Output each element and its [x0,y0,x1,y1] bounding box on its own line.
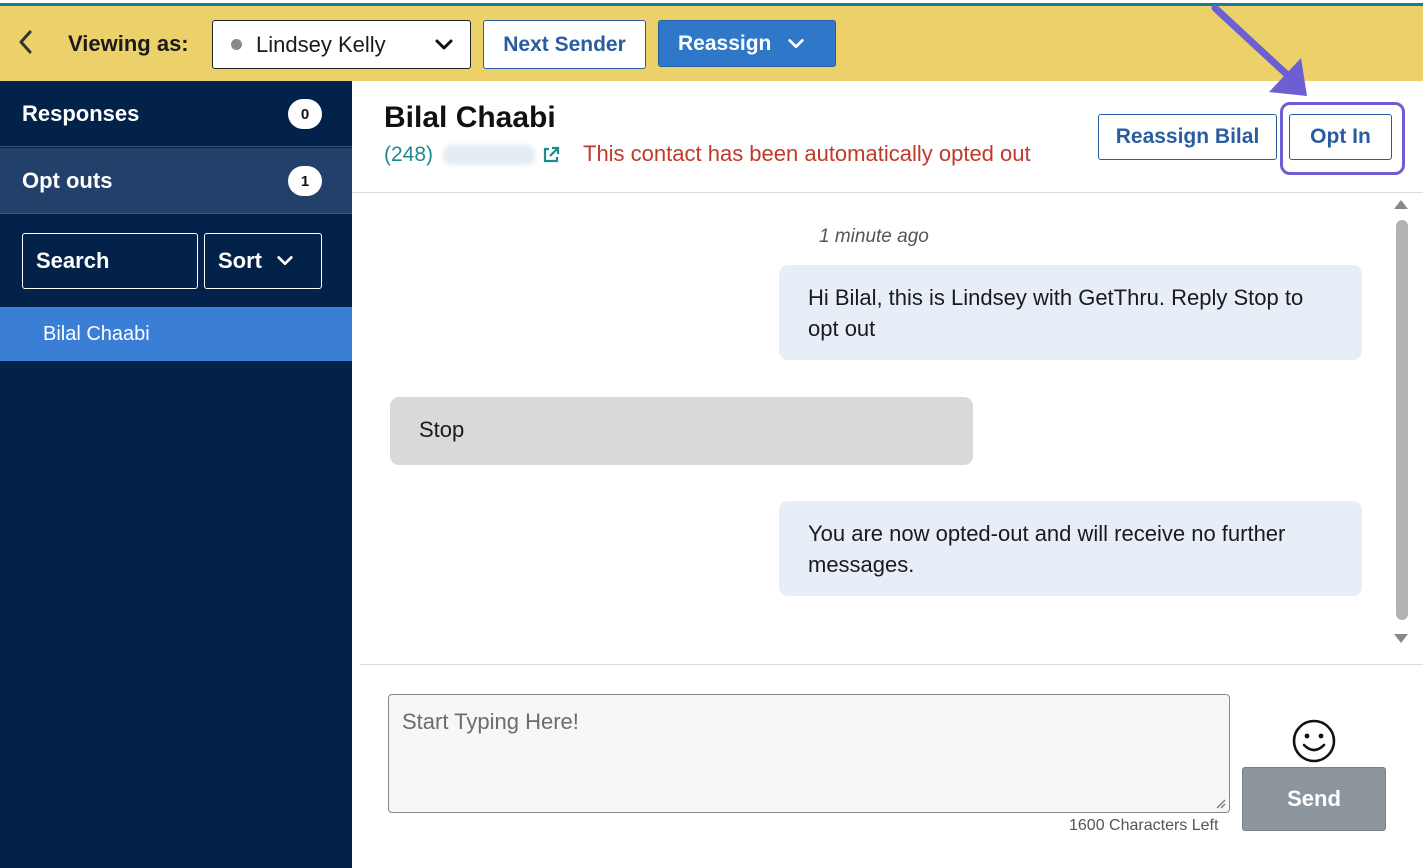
smiley-face-icon[interactable] [1291,718,1337,764]
outgoing-message: You are now opted-out and will receive n… [779,501,1362,596]
viewing-as-label: Viewing as: [68,31,189,56]
phone-area-code: (248) [384,143,434,166]
contact-name: Bilal Chaabi [384,101,556,134]
contact-phone: (248) [384,143,561,167]
back-button[interactable] [12,24,40,60]
scroll-up-arrow-icon[interactable] [1394,200,1408,209]
chevron-down-icon [434,35,454,60]
sidebar-item-label: Responses [22,100,140,126]
chevron-down-icon [276,252,294,270]
sidebar-item-responses[interactable]: Responses 0 [0,81,352,147]
incoming-message: Stop [390,397,973,465]
reassign-contact-button[interactable]: Reassign Bilal [1098,114,1277,160]
message-timestamp: 1 minute ago [819,226,929,247]
opt-in-button[interactable]: Opt In [1289,114,1392,160]
contact-list-item[interactable]: Bilal Chaabi [0,307,352,361]
resize-grip-icon[interactable] [1214,797,1226,809]
sort-dropdown[interactable]: Sort [204,233,322,289]
external-link-icon[interactable] [541,145,561,165]
count-badge: 1 [288,166,322,196]
sidebar: Responses 0 Opt outs 1 Search Sort Bilal… [0,81,352,868]
search-input[interactable]: Search [22,233,198,289]
outgoing-message: Hi Bilal, this is Lindsey with GetThru. … [779,265,1362,360]
opt-out-status-message: This contact has been automatically opte… [583,141,1031,166]
characters-left: 1600 Characters Left [1069,817,1219,834]
scroll-thumb[interactable] [1396,220,1408,620]
count-badge: 0 [288,99,322,129]
reassign-dropdown-button[interactable]: Reassign [658,20,836,67]
next-sender-button[interactable]: Next Sender [483,20,646,69]
sidebar-item-label: Opt outs [22,167,113,193]
sidebar-item-opt-outs[interactable]: Opt outs 1 [0,148,352,214]
sender-select[interactable]: Lindsey Kelly [212,20,471,69]
message-input[interactable] [388,694,1230,813]
message-thread: 1 minute ago Hi Bilal, this is Lindsey w… [360,194,1390,650]
message-scrollbar[interactable] [1390,194,1412,650]
send-button[interactable]: Send [1242,767,1386,831]
sort-label: Sort [218,248,262,273]
annotation-arrow-icon [1211,4,1307,96]
composer-divider [360,664,1423,665]
scroll-down-arrow-icon[interactable] [1394,634,1408,643]
sender-name: Lindsey Kelly [256,31,386,57]
chevron-left-icon [19,30,32,54]
chevron-down-icon [787,35,805,53]
phone-redacted [443,145,536,165]
status-dot-icon [231,39,242,50]
reassign-label: Reassign [678,31,772,55]
